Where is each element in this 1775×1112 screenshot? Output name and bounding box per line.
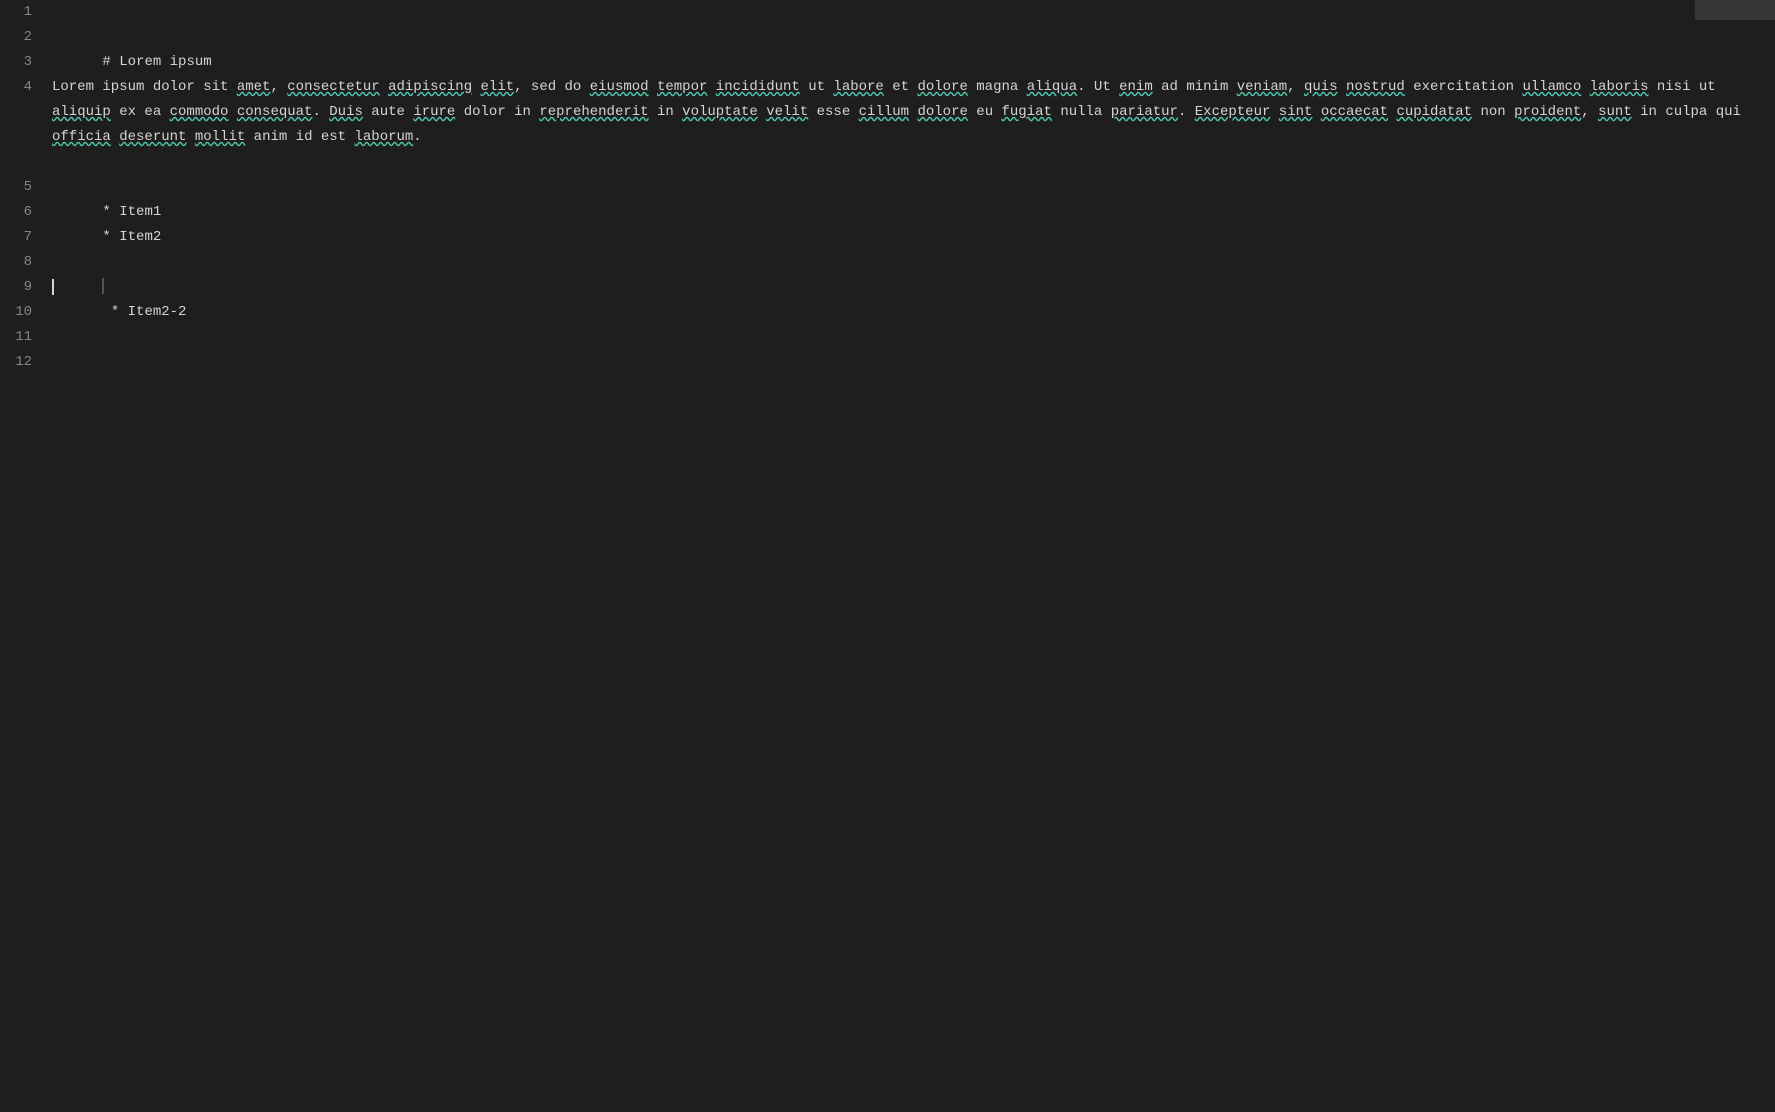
line-num-5: 5	[0, 175, 32, 200]
line-num-4: 4	[0, 75, 32, 100]
text-cursor	[52, 279, 54, 295]
spell-deserunt: deserunt	[119, 129, 186, 145]
line-num-1: 1	[0, 0, 32, 25]
editor-line-4: Lorem ipsum dolor sit amet, consectetur …	[52, 75, 1752, 150]
line-num-4c	[0, 125, 32, 150]
line-numbers: 1 2 3 4 5 6 7 8 9 10 11 12	[0, 0, 42, 1112]
spell-ullamco: ullamco	[1522, 79, 1581, 95]
line-num-8: 8	[0, 250, 32, 275]
code-editor[interactable]: 1 2 3 4 5 6 7 8 9 10 11 12 # Lorem ipsum…	[0, 0, 1775, 1112]
editor-line-12	[52, 325, 1775, 350]
editor-line-11	[52, 300, 1775, 325]
editor-line-1	[52, 0, 1775, 25]
spell-quis: quis	[1304, 79, 1338, 95]
spell-officia: officia	[52, 129, 111, 145]
spell-duis: Duis	[329, 104, 363, 120]
editor-line-8: * Item2-2	[52, 225, 1775, 250]
line-num-7: 7	[0, 225, 32, 250]
spell-excepteur: Excepteur	[1195, 104, 1271, 120]
spell-tempor: tempor	[657, 79, 707, 95]
spell-eiusmod: eiusmod	[590, 79, 649, 95]
spell-laborum: laborum	[354, 129, 413, 145]
spell-consequat: consequat	[237, 104, 313, 120]
line-num-2: 2	[0, 25, 32, 50]
editor-line-3	[52, 50, 1775, 75]
spell-nostrud: nostrud	[1346, 79, 1405, 95]
spell-incididunt: incididunt	[716, 79, 800, 95]
line-num-12: 12	[0, 350, 32, 375]
spell-proident: proident	[1514, 104, 1581, 120]
spell-labore: labore	[833, 79, 883, 95]
line-num-10: 10	[0, 300, 32, 325]
spell-pariatur: pariatur	[1111, 104, 1178, 120]
spell-cupidatat: cupidatat	[1396, 104, 1472, 120]
spell-dolore: dolore	[917, 79, 967, 95]
spell-sint: sint	[1279, 104, 1313, 120]
spell-amet: amet	[237, 79, 271, 95]
editor-content[interactable]: # Lorem ipsum Lorem ipsum dolor sit amet…	[42, 0, 1775, 1112]
line-num-4d	[0, 150, 32, 175]
spell-veniam: veniam	[1237, 79, 1287, 95]
spell-elit: elit	[481, 79, 515, 95]
line-num-6: 6	[0, 200, 32, 225]
spell-mollit: mollit	[195, 129, 245, 145]
spell-velit: velit	[766, 104, 808, 120]
spell-aliqua: aliqua	[1027, 79, 1077, 95]
spell-consectetur: consectetur	[287, 79, 379, 95]
spell-commodo: commodo	[170, 104, 229, 120]
spell-cillum: cillum	[859, 104, 909, 120]
editor-line-6: * Item1	[52, 175, 1775, 200]
minimap	[1695, 0, 1775, 20]
line-num-4b	[0, 100, 32, 125]
spell-sunt: sunt	[1598, 104, 1632, 120]
spell-enim: enim	[1119, 79, 1153, 95]
editor-line-10	[52, 275, 1775, 300]
spell-adipiscing: adipiscing	[388, 79, 472, 95]
editor-line-7: * Item2	[52, 200, 1775, 225]
line-num-11: 11	[0, 325, 32, 350]
spell-occaecat: occaecat	[1321, 104, 1388, 120]
editor-line-2: # Lorem ipsum	[52, 25, 1775, 50]
spell-dolore2: dolore	[917, 104, 967, 120]
editor-line-5	[52, 150, 1775, 175]
spell-irure: irure	[413, 104, 455, 120]
line-num-3: 3	[0, 50, 32, 75]
line-num-9: 9	[0, 275, 32, 300]
spell-reprehenderit: reprehenderit	[539, 104, 648, 120]
editor-line-9	[52, 250, 1775, 275]
spell-aliquip: aliquip	[52, 104, 111, 120]
spell-voluptate: voluptate	[682, 104, 758, 120]
spell-fugiat: fugiat	[1002, 104, 1052, 120]
spell-laboris: laboris	[1590, 79, 1649, 95]
